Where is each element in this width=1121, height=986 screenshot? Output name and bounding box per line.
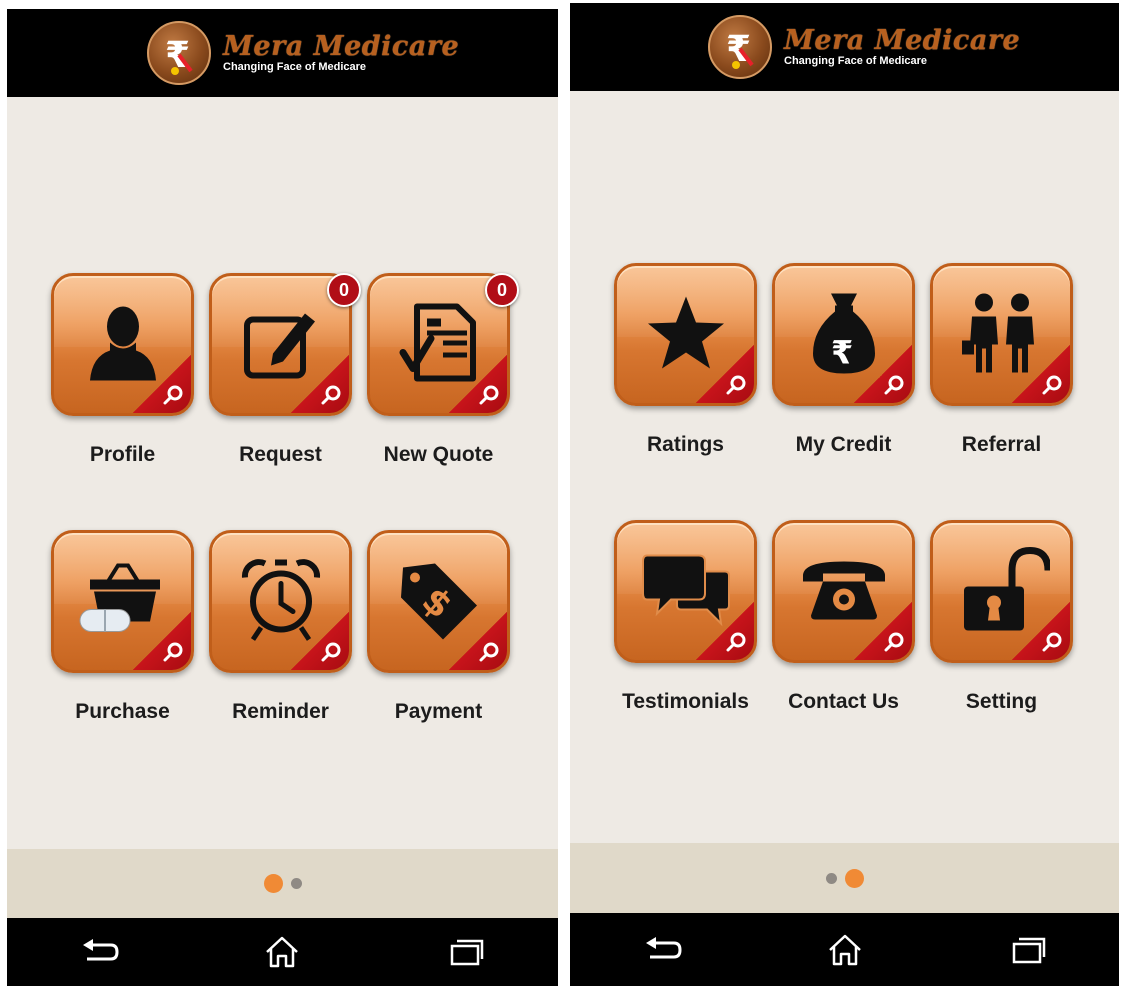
brand-name: Mera Medicare — [223, 31, 460, 62]
magnifier-icon — [854, 345, 912, 403]
tile-purchase[interactable]: Purchase — [49, 528, 196, 785]
system-nav-bar — [7, 918, 558, 986]
page-dot-active[interactable] — [844, 868, 864, 888]
tile-label: Reminder — [232, 700, 329, 723]
magnifier-icon — [133, 612, 191, 670]
home-button[interactable] — [815, 925, 875, 975]
menu-grid: Profile 0 Request 0 New Quote Purchase R… — [49, 271, 519, 785]
home-button[interactable] — [252, 927, 312, 977]
app-logo: ₹ Mera Medicare Changing Face of Medicar… — [708, 13, 1020, 81]
brand-tagline: Changing Face of Medicare — [784, 55, 928, 67]
page-indicator — [7, 849, 558, 918]
magnifier-icon — [291, 612, 349, 670]
tile-label: Testimonials — [622, 690, 749, 713]
app-header: ₹ Mera Medicare Changing Face of Medicar… — [570, 3, 1119, 91]
tile-request[interactable]: 0 Request — [207, 271, 361, 528]
brand-tagline: Changing Face of Medicare — [223, 61, 367, 73]
tile-label: Referral — [961, 433, 1042, 456]
screen-page-2: ₹ Mera Medicare Changing Face of Medicar… — [570, 3, 1119, 986]
tile-label: Payment — [394, 700, 483, 723]
magnifier-icon — [449, 612, 507, 670]
tile-setting[interactable]: Setting — [928, 518, 1075, 775]
tile-referral[interactable]: Referral — [928, 261, 1075, 518]
request-count-badge: 0 — [327, 273, 361, 307]
magnifier-icon — [133, 355, 191, 413]
page-dot[interactable] — [825, 872, 837, 884]
tile-label: My Credit — [795, 433, 892, 456]
tile-label: Request — [239, 443, 322, 466]
rupee-logo-icon: ₹ — [708, 15, 772, 79]
screen-page-1: ₹ Mera Medicare Changing Face of Medicar… — [7, 9, 558, 986]
tile-label: Ratings — [646, 433, 724, 456]
quote-count-badge: 0 — [485, 273, 519, 307]
tile-payment[interactable]: $ Payment — [365, 528, 512, 785]
tile-profile[interactable]: Profile — [49, 271, 196, 528]
tile-ratings[interactable]: Ratings — [612, 261, 759, 518]
magnifier-icon — [1012, 345, 1070, 403]
magnifier-icon — [1012, 602, 1070, 660]
tile-my-credit[interactable]: ₹ My Credit — [770, 261, 917, 518]
system-nav-bar — [570, 913, 1119, 986]
tile-contact-us[interactable]: Contact Us — [770, 518, 917, 775]
page-dot[interactable] — [290, 878, 302, 889]
app-header: ₹ Mera Medicare Changing Face of Medicar… — [7, 9, 558, 97]
back-button[interactable] — [632, 925, 692, 975]
home-icon — [828, 934, 861, 965]
recents-icon — [1012, 937, 1045, 963]
recents-icon — [450, 939, 484, 966]
tile-label: Profile — [89, 443, 156, 466]
app-logo: ₹ Mera Medicare Changing Face of Medicar… — [147, 19, 459, 87]
magnifier-icon — [696, 602, 754, 660]
magnifier-icon — [854, 602, 912, 660]
back-icon — [645, 936, 682, 958]
tile-label: Contact Us — [788, 690, 899, 713]
tile-label: Purchase — [75, 700, 170, 723]
brand-name: Mera Medicare — [784, 25, 1021, 56]
back-button[interactable] — [69, 927, 129, 977]
tile-new-quote[interactable]: 0 New Quote — [365, 271, 519, 528]
magnifier-icon — [449, 355, 507, 413]
tile-label: New Quote — [383, 443, 494, 466]
menu-grid: Ratings ₹ My Credit Referral Testimonial… — [612, 261, 1075, 775]
rupee-logo-icon: ₹ — [147, 21, 211, 85]
page-dot-active[interactable] — [263, 874, 283, 893]
recents-button[interactable] — [436, 927, 496, 977]
page-indicator — [570, 843, 1119, 913]
svg-text:₹: ₹ — [831, 333, 853, 371]
back-icon — [82, 939, 119, 961]
home-icon — [266, 936, 299, 968]
tile-testimonials[interactable]: Testimonials — [612, 518, 759, 775]
magnifier-icon — [696, 345, 754, 403]
recents-button[interactable] — [998, 925, 1058, 975]
magnifier-icon — [291, 355, 349, 413]
tile-label: Setting — [965, 690, 1038, 713]
tile-reminder[interactable]: Reminder — [207, 528, 354, 785]
